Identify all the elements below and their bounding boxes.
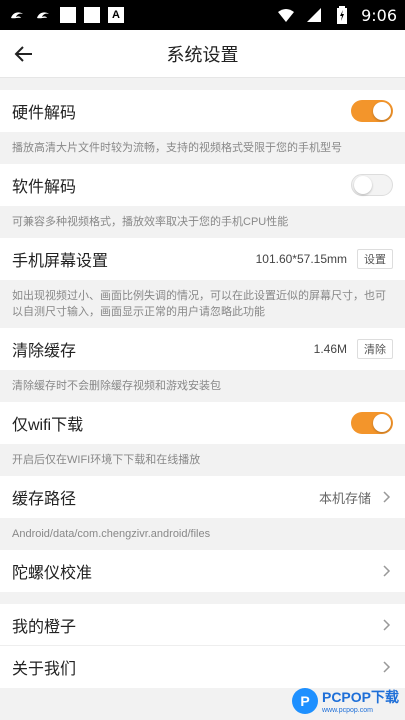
setting-software-decode: 软件解码 [0,164,405,206]
setting-desc: Android/data/com.chengzivr.android/files [0,518,405,550]
status-time: 9:06 [361,5,397,25]
setting-desc: 可兼容多种视频格式，播放效率取决于您的手机CPU性能 [0,206,405,238]
setting-label: 陀螺仪校准 [12,565,93,582]
setting-label: 清除缓存 [12,343,77,360]
signal-icon [305,6,323,24]
chevron-right-icon [381,618,393,631]
setting-desc: 清除缓存时不会删除缓存视频和游戏安装包 [0,370,405,402]
setting-hardware-decode: 硬件解码 [0,90,405,132]
chevron-right-icon [381,661,393,673]
setting-desc: 播放高清大片文件时较为流畅，支持的视频格式受限于您的手机型号 [0,132,405,164]
setting-label: 缓存路径 [12,491,77,508]
chevron-right-icon [381,491,393,503]
screen-size-value: 101.60*57.15mm [255,252,347,266]
cache-size-value: 1.46M [313,342,347,356]
uc-icon [8,6,26,24]
setting-cache-path[interactable]: 缓存路径 本机存储 [0,476,405,518]
setting-label: 仅wifi下载 [12,417,84,434]
setting-label: 我的橙子 [12,618,77,636]
battery-icon [333,6,351,24]
a-icon: A [108,7,124,23]
wifi-only-toggle[interactable] [351,412,393,434]
hardware-decode-toggle[interactable] [351,100,393,122]
wifi-icon [277,6,295,24]
screen-settings-button[interactable]: 设置 [357,249,393,269]
software-decode-toggle[interactable] [351,174,393,196]
clear-cache-button[interactable]: 清除 [357,339,393,359]
square-icon [60,7,76,23]
setting-screen: 手机屏幕设置 101.60*57.15mm 设置 [0,238,405,280]
status-bar: A 9:06 [0,0,405,30]
setting-gyro-calibrate[interactable]: 陀螺仪校准 [0,550,405,592]
setting-label: 硬件解码 [12,105,77,122]
setting-label: 关于我们 [12,661,77,678]
setting-label: 软件解码 [12,179,77,196]
square-icon [84,7,100,23]
pcpop-logo-icon: P [291,687,318,714]
page-title: 系统设置 [166,44,239,65]
watermark-brand: PCPOP下载 [321,689,399,705]
setting-desc: 如出现视频过小、画面比例失调的情况，可以在此设置近似的屏幕尺寸，也可以自测尺寸输… [0,280,405,328]
setting-clear-cache: 清除缓存 1.46M 清除 [0,328,405,370]
uc-icon [34,6,52,24]
watermark-logo: P PCPOP下载 www.pcpop.com [291,687,399,714]
setting-label: 手机屏幕设置 [12,253,109,270]
setting-about-us[interactable]: 关于我们 [0,646,405,688]
setting-wifi-only: 仅wifi下载 [0,402,405,444]
cache-path-value: 本机存储 [318,490,371,506]
app-bar: 系统设置 [0,30,405,78]
chevron-right-icon [381,565,393,577]
setting-desc: 开启后仅在WIFI环境下下载和在线播放 [0,444,405,476]
arrow-left-icon [14,46,32,62]
watermark-url: www.pcpop.com [321,707,373,714]
setting-my-orange[interactable]: 我的橙子 [0,604,405,646]
back-button[interactable] [8,38,40,70]
